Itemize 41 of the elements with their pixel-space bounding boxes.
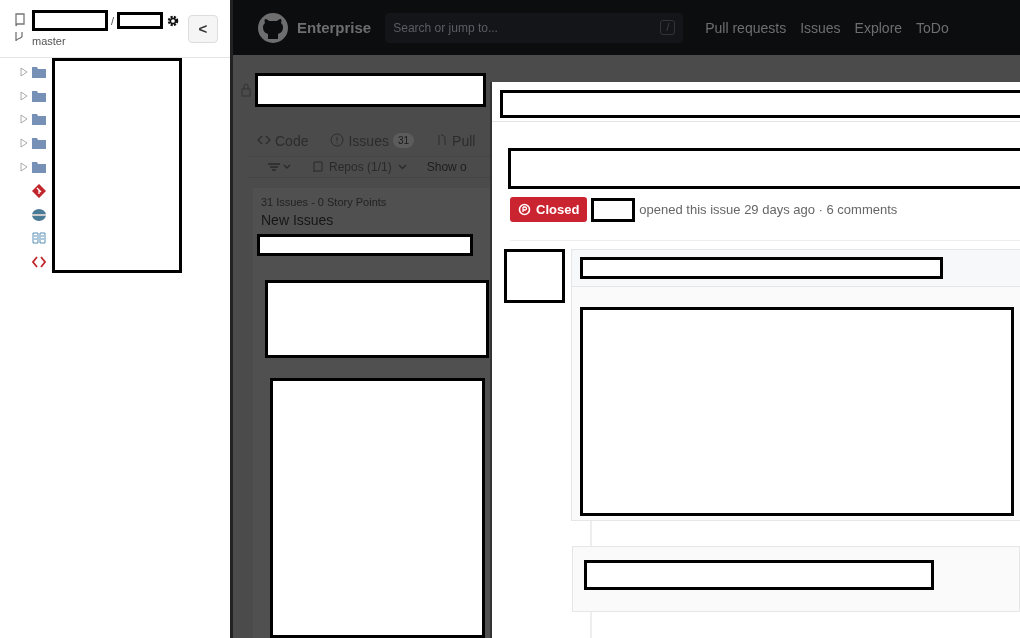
- code-icon: [32, 256, 46, 269]
- folder-icon: [32, 137, 46, 150]
- redacted-block: [117, 12, 164, 29]
- count-badge: 31: [392, 133, 415, 148]
- issue-icon: [330, 133, 345, 147]
- filter-icon[interactable]: [267, 160, 293, 173]
- nav-link[interactable]: Issues: [800, 19, 841, 36]
- book-icon: [14, 13, 26, 27]
- status-badge: Closed: [510, 197, 588, 222]
- caret-icon: [397, 163, 407, 170]
- expand-arrow-icon[interactable]: [20, 162, 28, 173]
- search-field[interactable]: Search or jump to... /: [385, 12, 684, 43]
- settings-icon[interactable]: [166, 13, 181, 28]
- book-icon: [32, 232, 46, 245]
- redacted-block: [591, 197, 636, 222]
- branch-name: master: [32, 35, 67, 47]
- folder-icon: [32, 161, 46, 174]
- nav-link[interactable]: Explore: [854, 19, 903, 36]
- expand-arrow-icon[interactable]: [20, 66, 28, 77]
- column-title: New Issues: [261, 212, 335, 228]
- path-separator: /: [111, 14, 115, 27]
- pull-request-icon: [436, 133, 449, 147]
- github-logo[interactable]: [257, 11, 289, 44]
- folder-icon: [32, 89, 46, 102]
- branch-icon: [14, 31, 24, 44]
- shortcut-key: /: [660, 20, 676, 35]
- expand-arrow-icon[interactable]: [20, 138, 28, 149]
- code-icon: [257, 133, 271, 147]
- brand-name: Enterprise: [297, 19, 372, 36]
- expand-arrow-icon[interactable]: [20, 114, 28, 125]
- redacted-block: [504, 248, 565, 303]
- issue-meta: opened this issue 29 days ago · 6 comments: [639, 202, 898, 217]
- folder-icon: [32, 65, 46, 78]
- expand-arrow-icon[interactable]: [20, 90, 28, 101]
- nav-link[interactable]: Pull requests: [705, 19, 787, 36]
- collapse-button[interactable]: <: [188, 14, 218, 43]
- folder-icon: [32, 113, 46, 126]
- nav-link[interactable]: ToDo: [916, 19, 949, 36]
- disc-icon: [32, 207, 46, 222]
- git-icon: [32, 183, 46, 198]
- repo-icon: [313, 160, 323, 173]
